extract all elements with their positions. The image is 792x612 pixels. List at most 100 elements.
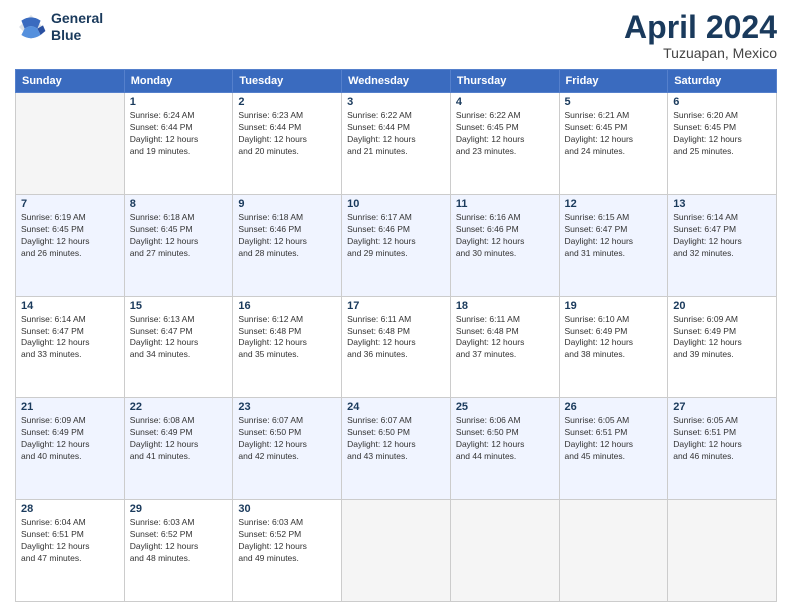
day-number: 4 <box>456 96 554 108</box>
day-info: Sunrise: 6:16 AMSunset: 6:46 PMDaylight:… <box>456 212 554 260</box>
day-info: Sunrise: 6:23 AMSunset: 6:44 PMDaylight:… <box>238 110 336 158</box>
day-number: 22 <box>130 401 228 413</box>
table-row: 20 Sunrise: 6:09 AMSunset: 6:49 PMDayligh… <box>668 296 777 398</box>
table-row: 5 Sunrise: 6:21 AMSunset: 6:45 PMDaylight… <box>559 93 668 195</box>
day-info: Sunrise: 6:12 AMSunset: 6:48 PMDaylight:… <box>238 314 336 362</box>
day-number: 15 <box>130 300 228 312</box>
day-number: 17 <box>347 300 445 312</box>
day-info: Sunrise: 6:09 AMSunset: 6:49 PMDaylight:… <box>673 314 771 362</box>
col-tuesday: Tuesday <box>233 70 342 93</box>
table-row: 29Sunrise: 6:03 AMSunset: 6:52 PMDayligh… <box>124 500 233 602</box>
day-info: Sunrise: 6:05 AMSunset: 6:51 PMDaylight:… <box>673 415 771 463</box>
day-number: 27 <box>673 401 771 413</box>
month-title: April 2024 <box>624 10 777 45</box>
day-info: Sunrise: 6:05 AMSunset: 6:51 PMDaylight:… <box>565 415 663 463</box>
table-row: 21 Sunrise: 6:09 AMSunset: 6:49 PMDayligh… <box>16 398 125 500</box>
table-row: 13 Sunrise: 6:14 AMSunset: 6:47 PMDayligh… <box>668 194 777 296</box>
table-row: 10 Sunrise: 6:17 AMSunset: 6:46 PMDayligh… <box>342 194 451 296</box>
calendar-table: Sunday Monday Tuesday Wednesday Thursday… <box>15 69 777 602</box>
day-number: 25 <box>456 401 554 413</box>
calendar-week-5: 28Sunrise: 6:04 AMSunset: 6:51 PMDayligh… <box>16 500 777 602</box>
day-number: 10 <box>347 198 445 210</box>
day-number: 11 <box>456 198 554 210</box>
table-row: 22Sunrise: 6:08 AMSunset: 6:49 PMDayligh… <box>124 398 233 500</box>
day-info: Sunrise: 6:06 AMSunset: 6:50 PMDaylight:… <box>456 415 554 463</box>
table-row <box>559 500 668 602</box>
table-row: 24Sunrise: 6:07 AMSunset: 6:50 PMDayligh… <box>342 398 451 500</box>
table-row: 2 Sunrise: 6:23 AMSunset: 6:44 PMDaylight… <box>233 93 342 195</box>
day-info: Sunrise: 6:17 AMSunset: 6:46 PMDaylight:… <box>347 212 445 260</box>
day-number: 29 <box>130 503 228 515</box>
day-number: 14 <box>21 300 119 312</box>
col-friday: Friday <box>559 70 668 93</box>
table-row: 16 Sunrise: 6:12 AMSunset: 6:48 PMDayligh… <box>233 296 342 398</box>
logo-text: General Blue <box>51 10 103 44</box>
day-number: 2 <box>238 96 336 108</box>
day-info: Sunrise: 6:22 AMSunset: 6:45 PMDaylight:… <box>456 110 554 158</box>
table-row <box>342 500 451 602</box>
title-block: April 2024 Tuzuapan, Mexico <box>624 10 777 61</box>
table-row: 6Sunrise: 6:20 AMSunset: 6:45 PMDaylight… <box>668 93 777 195</box>
page: General Blue April 2024 Tuzuapan, Mexico… <box>0 0 792 612</box>
table-row <box>16 93 125 195</box>
day-info: Sunrise: 6:21 AMSunset: 6:45 PMDaylight:… <box>565 110 663 158</box>
col-monday: Monday <box>124 70 233 93</box>
day-info: Sunrise: 6:22 AMSunset: 6:44 PMDaylight:… <box>347 110 445 158</box>
day-number: 18 <box>456 300 554 312</box>
day-number: 21 <box>21 401 119 413</box>
table-row: 8 Sunrise: 6:18 AMSunset: 6:45 PMDaylight… <box>124 194 233 296</box>
col-wednesday: Wednesday <box>342 70 451 93</box>
day-number: 19 <box>565 300 663 312</box>
day-number: 12 <box>565 198 663 210</box>
calendar-week-1: 1 Sunrise: 6:24 AMSunset: 6:44 PMDaylight… <box>16 93 777 195</box>
col-sunday: Sunday <box>16 70 125 93</box>
day-number: 20 <box>673 300 771 312</box>
table-row: 30Sunrise: 6:03 AMSunset: 6:52 PMDayligh… <box>233 500 342 602</box>
day-info: Sunrise: 6:19 AMSunset: 6:45 PMDaylight:… <box>21 212 119 260</box>
calendar-week-3: 14Sunrise: 6:14 AMSunset: 6:47 PMDayligh… <box>16 296 777 398</box>
day-info: Sunrise: 6:13 AMSunset: 6:47 PMDaylight:… <box>130 314 228 362</box>
day-number: 6 <box>673 96 771 108</box>
day-info: Sunrise: 6:11 AMSunset: 6:48 PMDaylight:… <box>456 314 554 362</box>
subtitle: Tuzuapan, Mexico <box>624 45 777 61</box>
table-row: 12 Sunrise: 6:15 AMSunset: 6:47 PMDayligh… <box>559 194 668 296</box>
logo: General Blue <box>15 10 103 44</box>
day-number: 5 <box>565 96 663 108</box>
day-number: 16 <box>238 300 336 312</box>
table-row: 3 Sunrise: 6:22 AMSunset: 6:44 PMDaylight… <box>342 93 451 195</box>
table-row: 14Sunrise: 6:14 AMSunset: 6:47 PMDayligh… <box>16 296 125 398</box>
day-info: Sunrise: 6:11 AMSunset: 6:48 PMDaylight:… <box>347 314 445 362</box>
table-row: 17 Sunrise: 6:11 AMSunset: 6:48 PMDayligh… <box>342 296 451 398</box>
day-number: 24 <box>347 401 445 413</box>
header: General Blue April 2024 Tuzuapan, Mexico <box>15 10 777 61</box>
col-saturday: Saturday <box>668 70 777 93</box>
table-row: 9 Sunrise: 6:18 AMSunset: 6:46 PMDaylight… <box>233 194 342 296</box>
table-row: 19 Sunrise: 6:10 AMSunset: 6:49 PMDayligh… <box>559 296 668 398</box>
table-row <box>450 500 559 602</box>
table-row: 15 Sunrise: 6:13 AMSunset: 6:47 PMDayligh… <box>124 296 233 398</box>
day-info: Sunrise: 6:18 AMSunset: 6:46 PMDaylight:… <box>238 212 336 260</box>
day-number: 9 <box>238 198 336 210</box>
day-number: 1 <box>130 96 228 108</box>
day-number: 13 <box>673 198 771 210</box>
day-info: Sunrise: 6:18 AMSunset: 6:45 PMDaylight:… <box>130 212 228 260</box>
table-row: 7 Sunrise: 6:19 AMSunset: 6:45 PMDaylight… <box>16 194 125 296</box>
calendar-week-2: 7 Sunrise: 6:19 AMSunset: 6:45 PMDaylight… <box>16 194 777 296</box>
day-info: Sunrise: 6:24 AMSunset: 6:44 PMDaylight:… <box>130 110 228 158</box>
day-info: Sunrise: 6:04 AMSunset: 6:51 PMDaylight:… <box>21 517 119 565</box>
day-info: Sunrise: 6:15 AMSunset: 6:47 PMDaylight:… <box>565 212 663 260</box>
day-number: 8 <box>130 198 228 210</box>
table-row <box>668 500 777 602</box>
day-number: 30 <box>238 503 336 515</box>
col-thursday: Thursday <box>450 70 559 93</box>
header-row: Sunday Monday Tuesday Wednesday Thursday… <box>16 70 777 93</box>
table-row: 27 Sunrise: 6:05 AMSunset: 6:51 PMDayligh… <box>668 398 777 500</box>
day-number: 7 <box>21 198 119 210</box>
day-info: Sunrise: 6:10 AMSunset: 6:49 PMDaylight:… <box>565 314 663 362</box>
table-row: 25 Sunrise: 6:06 AMSunset: 6:50 PMDayligh… <box>450 398 559 500</box>
day-info: Sunrise: 6:09 AMSunset: 6:49 PMDaylight:… <box>21 415 119 463</box>
calendar-week-4: 21 Sunrise: 6:09 AMSunset: 6:49 PMDayligh… <box>16 398 777 500</box>
day-info: Sunrise: 6:14 AMSunset: 6:47 PMDaylight:… <box>673 212 771 260</box>
day-number: 3 <box>347 96 445 108</box>
table-row: 26Sunrise: 6:05 AMSunset: 6:51 PMDayligh… <box>559 398 668 500</box>
